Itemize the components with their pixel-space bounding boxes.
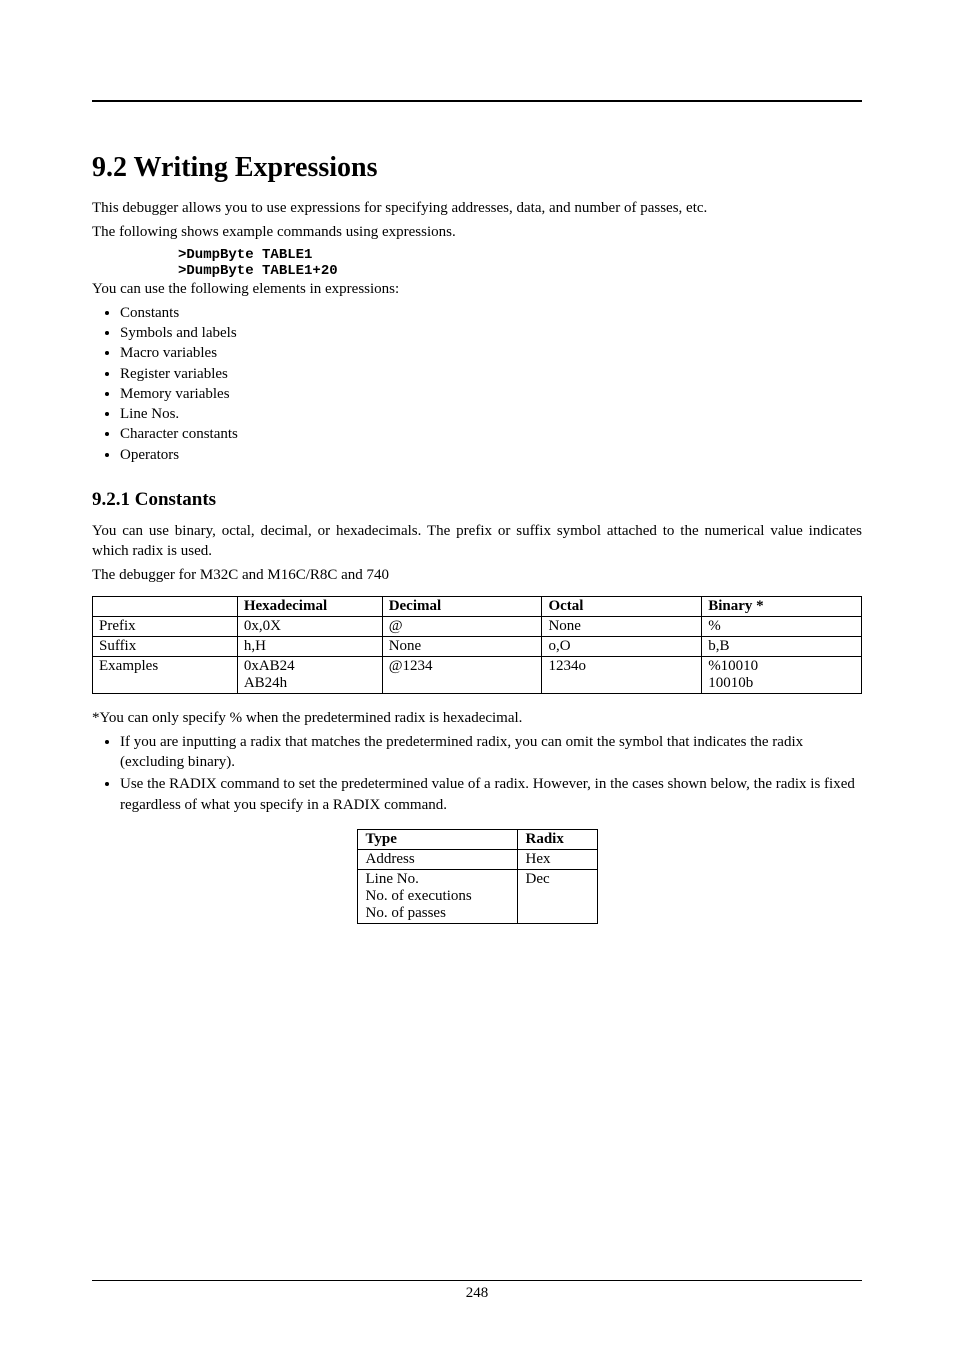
page-number: 248 bbox=[466, 1285, 489, 1301]
footer-rule bbox=[92, 1280, 862, 1281]
page-footer: 248 bbox=[0, 1280, 954, 1302]
cell: Hex bbox=[517, 849, 597, 869]
cell: 0x,0X bbox=[237, 616, 382, 636]
table-row: Line No. No. of executions No. of passes… bbox=[357, 869, 597, 923]
subsection-name: Constants bbox=[135, 489, 216, 510]
elements-list: Constants Symbols and labels Macro varia… bbox=[92, 303, 862, 465]
list-item: Memory variables bbox=[120, 384, 862, 404]
cell: @1234 bbox=[382, 656, 542, 693]
list-item: Operators bbox=[120, 445, 862, 465]
table-row: Examples 0xAB24 AB24h @1234 1234o %10010… bbox=[93, 656, 862, 693]
fixed-radix-table: Type Radix Address Hex Line No. No. of e… bbox=[357, 829, 598, 924]
list-item: Use the RADIX command to set the predete… bbox=[120, 774, 862, 815]
list-item: If you are inputting a radix that matche… bbox=[120, 732, 862, 773]
cell: Address bbox=[357, 849, 517, 869]
table-row: Address Hex bbox=[357, 849, 597, 869]
notes-list: If you are inputting a radix that matche… bbox=[92, 732, 862, 815]
cell: @ bbox=[382, 616, 542, 636]
example-cmd-2: >DumpByte TABLE1+20 bbox=[178, 263, 862, 279]
section-title: 9.2 Writing Expressions bbox=[92, 152, 862, 184]
cell: h,H bbox=[237, 636, 382, 656]
subsection-number: 9.2.1 bbox=[92, 489, 130, 510]
th-bin: Binary * bbox=[702, 596, 862, 616]
cell: None bbox=[382, 636, 542, 656]
intro-2: The following shows example commands usi… bbox=[92, 222, 862, 242]
cell: None bbox=[542, 616, 702, 636]
row-label: Suffix bbox=[93, 636, 238, 656]
cell: 1234o bbox=[542, 656, 702, 693]
intro-1: This debugger allows you to use expressi… bbox=[92, 198, 862, 218]
section-number: 9.2 bbox=[92, 152, 127, 183]
radix-table: Hexadecimal Decimal Octal Binary * Prefi… bbox=[92, 596, 862, 694]
footnote: *You can only specify % when the predete… bbox=[92, 708, 862, 728]
cell: Dec bbox=[517, 869, 597, 923]
intro-3: You can use the following elements in ex… bbox=[92, 279, 862, 299]
th-oct: Octal bbox=[542, 596, 702, 616]
list-item: Line Nos. bbox=[120, 404, 862, 424]
table-row: Hexadecimal Decimal Octal Binary * bbox=[93, 596, 862, 616]
list-item: Macro variables bbox=[120, 343, 862, 363]
row-label: Examples bbox=[93, 656, 238, 693]
example-cmd-1: >DumpByte TABLE1 bbox=[178, 247, 862, 263]
cell: b,B bbox=[702, 636, 862, 656]
list-item: Register variables bbox=[120, 364, 862, 384]
list-item: Character constants bbox=[120, 424, 862, 444]
row-label: Prefix bbox=[93, 616, 238, 636]
table-row: Type Radix bbox=[357, 829, 597, 849]
th-dec: Decimal bbox=[382, 596, 542, 616]
th-hex: Hexadecimal bbox=[237, 596, 382, 616]
th-blank bbox=[93, 596, 238, 616]
cell: 0xAB24 AB24h bbox=[237, 656, 382, 693]
cell: % bbox=[702, 616, 862, 636]
cell: %10010 10010b bbox=[702, 656, 862, 693]
th-type: Type bbox=[357, 829, 517, 849]
cell: o,O bbox=[542, 636, 702, 656]
cell: Line No. No. of executions No. of passes bbox=[357, 869, 517, 923]
list-item: Symbols and labels bbox=[120, 323, 862, 343]
subsection-title: 9.2.1 Constants bbox=[92, 489, 862, 511]
subsection-para-2: The debugger for M32C and M16C/R8C and 7… bbox=[92, 565, 862, 585]
table-row: Suffix h,H None o,O b,B bbox=[93, 636, 862, 656]
subsection-para-1: You can use binary, octal, decimal, or h… bbox=[92, 521, 862, 562]
table-row: Prefix 0x,0X @ None % bbox=[93, 616, 862, 636]
list-item: Constants bbox=[120, 303, 862, 323]
th-radix: Radix bbox=[517, 829, 597, 849]
section-name: Writing Expressions bbox=[134, 152, 378, 183]
top-rule bbox=[92, 100, 862, 102]
